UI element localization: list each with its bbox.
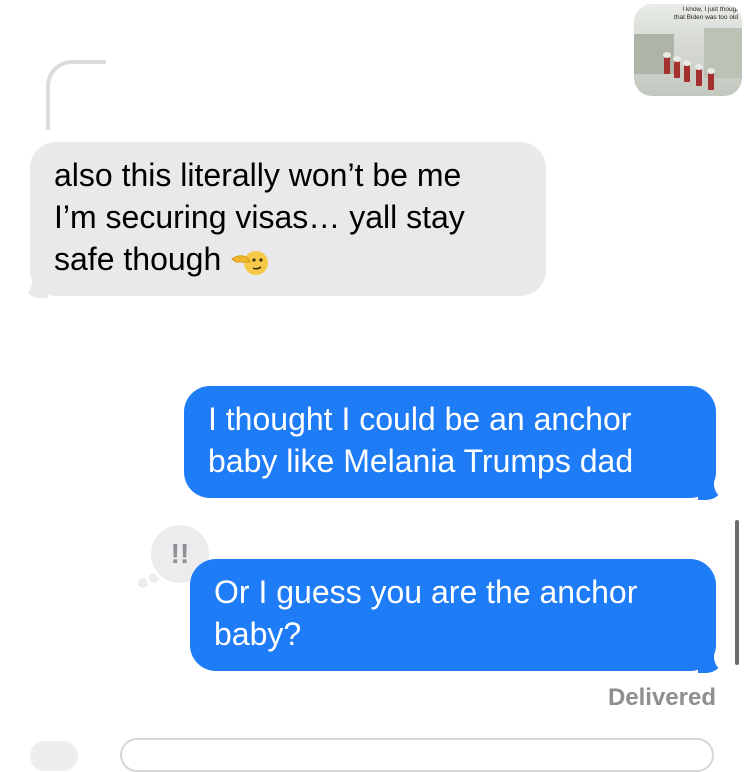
image-attachment-thumbnail[interactable]: I know, I just thougt that Biden was too… [634,4,742,96]
thumbnail-figure [683,60,691,82]
thumbnail-caption-line: I know, I just thougt [682,6,738,13]
received-message-bubble[interactable]: also this literally won’t be me I’m secu… [30,142,546,296]
message-line: I thought I could be an anchor [208,401,632,437]
message-line-text: safe though [54,241,222,277]
sent-message-bubble[interactable]: I thought I could be an anchor baby like… [184,386,716,498]
reply-thread-line [46,60,106,130]
thumbnail-figure [673,56,681,78]
message-line: baby like Melania Trumps dad [208,443,634,479]
message-line: baby? [214,616,302,652]
message-line: I’m securing visas… yall stay [54,199,465,235]
message-input-field[interactable] [120,738,714,772]
pointing-left-face-icon [231,250,269,275]
message-line: safe though [54,238,522,280]
message-line: Or I guess you are the anchor [214,574,638,610]
message-line: also this literally won’t be me [54,157,462,193]
thumbnail-figure [663,52,671,74]
scrollbar[interactable] [735,520,739,665]
thumbnail-figure [707,68,715,90]
apps-button[interactable] [30,741,78,771]
thumbnail-caption: I know, I just thougt that Biden was too… [640,6,738,22]
delivered-status: Delivered [607,684,716,711]
sent-message-bubble[interactable]: Or I guess you are the anchor baby? [190,559,716,671]
thumbnail-caption-line: that Biden was too old [674,14,738,21]
thumbnail-figure [695,64,703,86]
